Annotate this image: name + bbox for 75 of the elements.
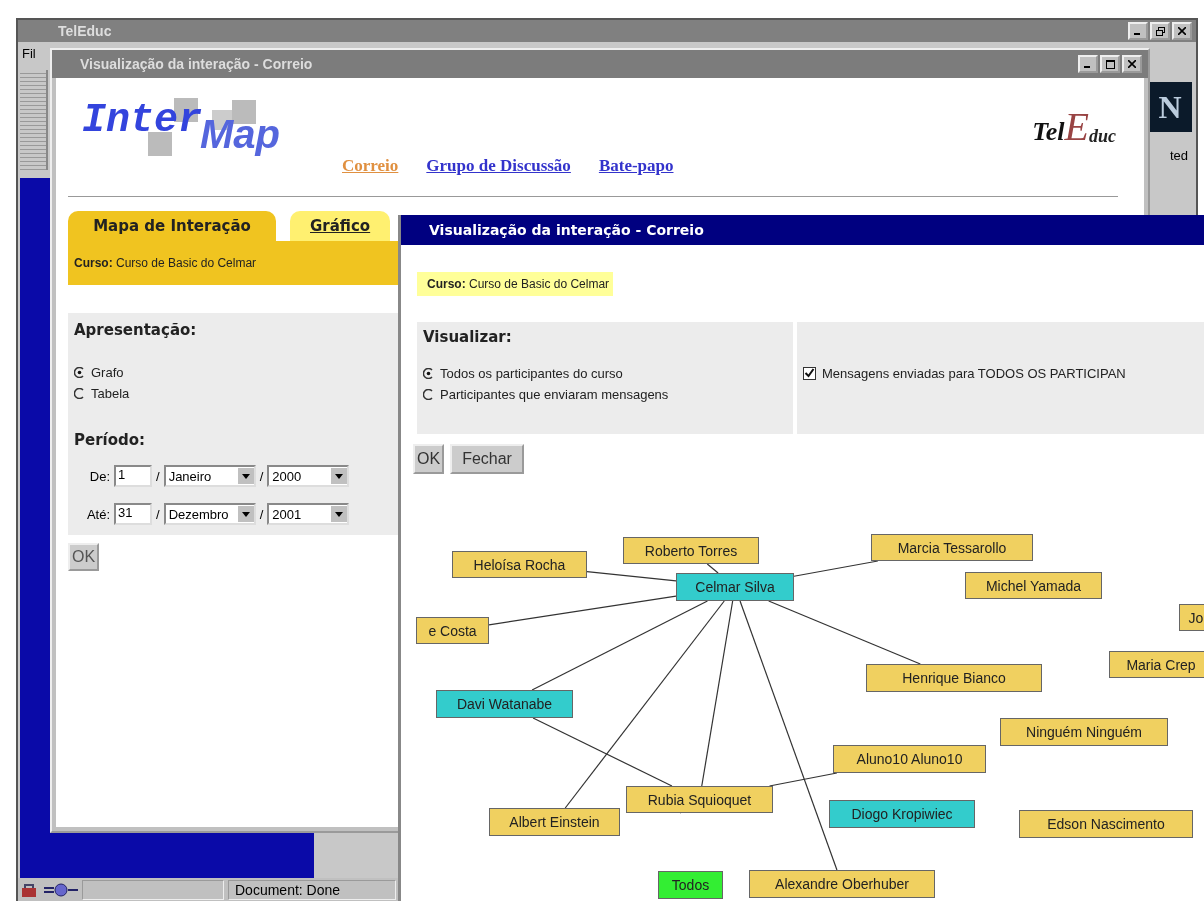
restore-icon	[1155, 26, 1165, 36]
participant-node[interactable]: Marcia Tessarollo	[871, 534, 1033, 561]
section-heading: Visualizar:	[423, 328, 513, 346]
toolbar-label: ted	[1169, 148, 1188, 163]
year-select[interactable]: 2001	[267, 503, 350, 525]
brand-text: duc	[1089, 126, 1116, 147]
section-heading: Período:	[74, 431, 147, 449]
status-text: Document: Done	[228, 879, 396, 900]
nav-link[interactable]: Grupo de Discussão	[426, 156, 571, 176]
brand-text: E	[1064, 107, 1089, 147]
radio-option[interactable]: Grafo	[74, 365, 392, 380]
dialog-button[interactable]: OK	[413, 444, 445, 474]
menu-item[interactable]: Fil	[22, 46, 36, 61]
checkbox-option[interactable]: Mensagens enviadas para TODOS OS PARTICIPAN	[803, 366, 1198, 381]
logo-text: Map	[200, 112, 280, 157]
participant-node[interactable]: Davi Watanabe	[436, 690, 573, 718]
radio-option[interactable]: Participantes que enviaram mensagens	[423, 387, 787, 402]
day-field[interactable]: 1	[114, 465, 152, 487]
close-icon	[1178, 27, 1186, 35]
dialog-button[interactable]: Fechar	[450, 444, 524, 474]
connection-icon	[44, 882, 78, 897]
participant-node[interactable]: Alexandre Oberhuber	[749, 870, 935, 898]
participant-node[interactable]: Edson Nascimento	[1019, 810, 1193, 838]
participant-node[interactable]: Celmar Silva	[676, 573, 794, 601]
course-label: Curso: Curso de Basic do Celmar	[74, 256, 257, 270]
separator: /	[259, 468, 264, 484]
participant-node[interactable]: Diogo Kropiwiec	[829, 800, 975, 828]
minimize-button[interactable]	[1128, 22, 1148, 40]
field-label: De:	[88, 468, 110, 484]
participant-node[interactable]: Heloísa Rocha	[452, 551, 587, 578]
section-heading: Apresentação:	[74, 321, 198, 339]
participant-node[interactable]: Jo	[1179, 604, 1204, 631]
radio-option[interactable]: Tabela	[74, 386, 392, 401]
participant-node[interactable]: Henrique Bianco	[866, 664, 1042, 692]
month-select[interactable]: Janeiro	[163, 465, 256, 487]
year-select[interactable]: 2000	[267, 465, 350, 487]
window-title: Visualização da interação - Correio	[80, 56, 313, 72]
close-button[interactable]	[1122, 55, 1142, 73]
radio-option[interactable]: Todos os participantes do curso	[423, 366, 787, 381]
caret-icon	[331, 468, 348, 484]
participant-node[interactable]: Maria Crep	[1109, 651, 1204, 678]
participant-node[interactable]: Roberto Torres	[623, 537, 759, 564]
participant-node[interactable]: Todos	[658, 871, 723, 899]
month-select[interactable]: Dezembro	[163, 503, 256, 525]
field-label: Até:	[85, 506, 110, 522]
restore-button[interactable]	[1150, 22, 1170, 40]
ok-button[interactable]: OK	[68, 543, 100, 571]
logo-text: Inter	[82, 98, 203, 143]
edge-line	[706, 563, 719, 574]
browser-logo: N	[1148, 82, 1192, 132]
participant-node[interactable]: Albert Einstein	[489, 808, 620, 836]
caret-icon	[331, 506, 348, 522]
course-label: Curso: Curso de Basic do Celmar	[417, 272, 614, 296]
close-icon	[1128, 60, 1136, 68]
participant-node[interactable]: e Costa	[416, 617, 489, 644]
day-field[interactable]: 31	[114, 503, 152, 525]
participant-node[interactable]: Rubia Squioquet	[626, 786, 773, 813]
participant-node[interactable]: Michel Yamada	[965, 572, 1102, 599]
tab[interactable]: Mapa de Interação	[68, 211, 276, 241]
maximize-button[interactable]	[1100, 55, 1120, 73]
participant-node[interactable]: Ninguém Ninguém	[1000, 718, 1168, 746]
participant-node[interactable]: Aluno10 Aluno10	[833, 745, 986, 773]
window-title: Visualização da interação - Correio	[429, 222, 704, 238]
separator: /	[259, 506, 264, 522]
minimize-button[interactable]	[1078, 55, 1098, 73]
brand-text: Tel	[1032, 117, 1065, 147]
window-title: TelEduc	[58, 23, 112, 39]
caret-icon	[237, 468, 254, 484]
separator: /	[156, 468, 160, 484]
caret-icon	[237, 506, 254, 522]
tab[interactable]: Gráfico	[290, 211, 391, 241]
close-button[interactable]	[1172, 22, 1192, 40]
nav-link[interactable]: Bate-papo	[598, 156, 674, 176]
maximize-icon	[1105, 59, 1115, 69]
separator: /	[156, 506, 160, 522]
